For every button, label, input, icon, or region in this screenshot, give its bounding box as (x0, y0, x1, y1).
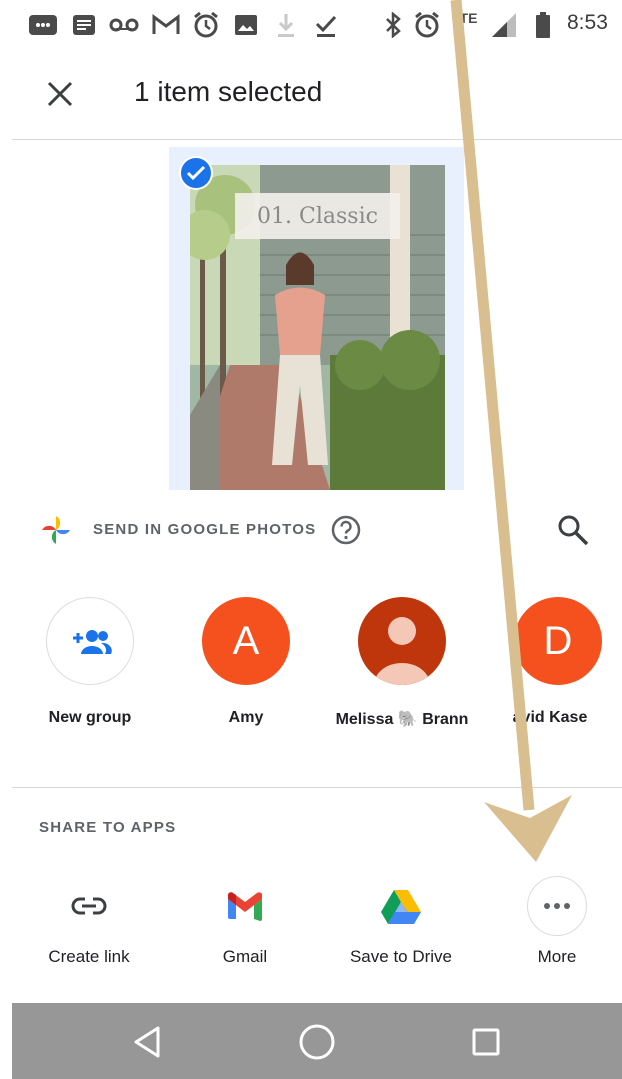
selected-photo[interactable]: 01. Classic (190, 165, 445, 490)
close-icon (47, 81, 73, 107)
avatar-initial: A (232, 618, 260, 663)
recents-icon (472, 1028, 500, 1056)
message-icon (28, 12, 58, 38)
contact-amy[interactable]: A Amy (171, 597, 321, 726)
download-icon (273, 12, 299, 38)
home-button[interactable] (295, 1020, 339, 1064)
app-label: Create link (48, 947, 130, 966)
battery-icon (533, 12, 553, 38)
signal-icon (490, 12, 518, 38)
google-drive-icon (371, 876, 431, 936)
gmail-icon (152, 12, 180, 38)
share-to-apps-label: SHARE TO APPS (39, 819, 177, 836)
home-icon (299, 1024, 335, 1060)
send-in-google-photos-label: SEND IN GOOGLE PHOTOS (93, 521, 317, 538)
back-icon (134, 1026, 160, 1058)
network-type: LTE (452, 10, 478, 26)
image-icon (233, 12, 259, 38)
recents-button[interactable] (464, 1020, 508, 1064)
app-label: Save to Drive (349, 947, 453, 966)
done-icon (313, 12, 339, 38)
contact-david-kase[interactable]: D avid Kase (483, 597, 622, 726)
avatar-initial: D (543, 618, 573, 663)
contact-name: Melissa 🐘 Brann (335, 711, 469, 728)
header-divider (12, 139, 622, 140)
close-button[interactable] (38, 72, 82, 116)
contact-name: Amy (228, 709, 264, 726)
bluetooth-icon (382, 12, 404, 38)
contact-name: New group (48, 709, 132, 726)
contact-melissa-brann[interactable]: Melissa 🐘 Brann (327, 597, 477, 728)
link-icon (59, 876, 119, 936)
help-icon (331, 515, 361, 545)
app-label: Gmail (222, 947, 268, 966)
status-bar: LTE 8:53 (0, 0, 622, 50)
person-placeholder-icon (374, 617, 430, 685)
more-horiz-icon (527, 876, 587, 936)
gmail-button[interactable]: Gmail (170, 876, 320, 966)
avatar: D (514, 597, 602, 685)
save-to-drive-button[interactable]: Save to Drive (326, 876, 476, 966)
clock: 8:53 (567, 11, 608, 34)
avatar (46, 597, 134, 685)
create-link-button[interactable]: Create link (14, 876, 164, 966)
back-button[interactable] (125, 1020, 169, 1064)
avatar (358, 597, 446, 685)
alarm-icon (413, 12, 441, 38)
gmail-logo-icon (215, 876, 275, 936)
search-icon (558, 515, 589, 546)
search-button[interactable] (556, 513, 590, 547)
section-divider (12, 787, 622, 788)
avatar: A (202, 597, 290, 685)
google-photos-logo-icon (40, 514, 72, 546)
contact-name: avid Kase (512, 709, 588, 726)
app-label: More (537, 947, 577, 966)
voicemail-icon (109, 12, 139, 38)
help-button[interactable] (330, 514, 362, 546)
contact-new-group[interactable]: New group (15, 597, 165, 726)
photo-overlay-text: 01. Classic (257, 203, 378, 229)
selected-check-icon[interactable] (179, 156, 213, 190)
page-title: 1 item selected (134, 76, 323, 107)
alarm-icon (192, 12, 220, 38)
notes-icon (72, 12, 96, 38)
group-add-icon (73, 630, 112, 654)
more-button[interactable]: More (482, 876, 622, 966)
